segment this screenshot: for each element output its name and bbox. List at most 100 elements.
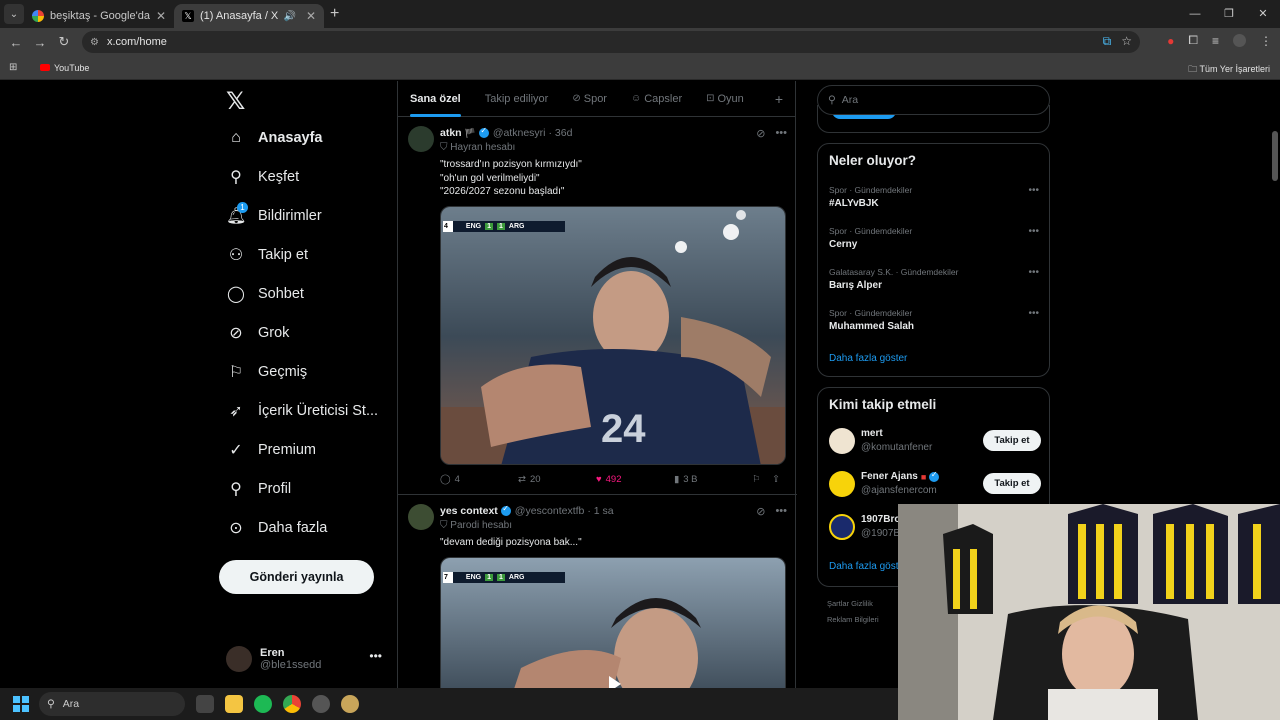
new-tab-icon[interactable]: +	[330, 5, 339, 23]
spotify-icon[interactable]	[254, 695, 272, 713]
nav-explore[interactable]: ⚲ Keşfet	[226, 162, 299, 192]
nav-bookmarks[interactable]: ⚐ Geçmiş	[226, 357, 307, 387]
tweet-author-name[interactable]: atkn	[440, 127, 462, 139]
tweet[interactable]: atkn 🏴 @atknesyri · 36d ⊘ ••• ⛉ Hayran h…	[398, 118, 797, 495]
nav-profile[interactable]: ⚲ Profil	[226, 474, 291, 504]
apps-icon[interactable]: ⊞	[9, 62, 17, 73]
tweet-video[interactable]: 24 4 ENG 1 1 ARG	[440, 206, 786, 465]
chrome-icon[interactable]	[283, 695, 301, 713]
grok-icon[interactable]: ⊘	[756, 505, 765, 518]
taskbar-search[interactable]: ⚲ Ara	[39, 692, 185, 716]
windows-start-icon[interactable]	[13, 696, 29, 712]
more-dots-icon[interactable]: •••	[1028, 226, 1039, 237]
person-icon: ⚲	[230, 481, 242, 498]
nav-label: Takip et	[258, 247, 308, 263]
grok-icon[interactable]: ⊘	[756, 127, 765, 140]
nav-more[interactable]: ⊙ Daha fazla	[226, 513, 327, 543]
follow-button[interactable]: Takip et	[983, 473, 1041, 494]
site-info-icon[interactable]: ⚙	[90, 37, 99, 48]
nav-premium[interactable]: ✓ Premium	[226, 435, 316, 465]
trend-item[interactable]: Spor · Gündemdekiler Muhammed Salah •••	[829, 308, 1039, 332]
extension-icon[interactable]: ●	[1167, 34, 1174, 48]
avatar[interactable]	[408, 126, 434, 152]
avatar[interactable]	[408, 504, 434, 530]
show-more-link[interactable]: Daha fazla göst	[829, 561, 899, 572]
nav-notifications[interactable]: 🔔︎ 1 Bildirimler	[226, 201, 322, 231]
tab-sports[interactable]: ⊘ Spor	[560, 81, 619, 117]
follow-button[interactable]: Takip et	[983, 430, 1041, 451]
reply-button[interactable]: ◯ 4	[440, 474, 518, 485]
tab-search-icon[interactable]: ⌄	[4, 4, 24, 24]
nav-home[interactable]: ⌂ Anasayfa	[226, 123, 322, 153]
more-dots-icon[interactable]: •••	[1028, 267, 1039, 278]
install-app-icon[interactable]: ⧉	[1103, 34, 1112, 49]
more-dots-icon[interactable]: •••	[775, 127, 787, 140]
scroll-thumb[interactable]	[1272, 131, 1278, 181]
show-more-link[interactable]: Daha fazla göster	[829, 353, 907, 364]
footer-links[interactable]: Şartlar Gizlilik	[827, 599, 873, 608]
nav-creator-studio[interactable]: ➶ İçerik Üreticisi St...	[226, 396, 378, 426]
app-icon[interactable]	[312, 695, 330, 713]
post-button[interactable]: Gönderi yayınla	[219, 560, 374, 594]
nav-follow[interactable]: ⚇ Takip et	[226, 240, 308, 270]
footer-links[interactable]: Reklam Bilgileri	[827, 615, 879, 624]
tab-games[interactable]: ⊡ Oyun	[694, 81, 756, 117]
forward-icon[interactable]: →	[28, 35, 52, 50]
tweet-video[interactable]: 7 ENG 1 1 ARG	[440, 557, 786, 688]
speaker-icon[interactable]: 🔊	[283, 11, 295, 22]
avatar[interactable]	[829, 471, 855, 497]
account-switcher[interactable]: Eren @ble1ssedd •••	[226, 641, 386, 677]
trend-item[interactable]: Spor · Gündemdekiler #ALYvBJK •••	[829, 185, 1039, 209]
tab-memes[interactable]: ☺ Capsler	[619, 81, 694, 117]
search-input[interactable]: ⚲ Ara	[817, 85, 1050, 115]
file-explorer-icon[interactable]	[225, 695, 243, 713]
add-tab-icon[interactable]: +	[775, 91, 783, 107]
tab-x[interactable]: 𝕏 (1) Anasayfa / X 🔊 ✕	[174, 4, 324, 28]
suggested-user[interactable]: Fener Ajans■ @ajansfenercom Takip et	[829, 470, 1041, 501]
avatar[interactable]	[829, 514, 855, 540]
close-tab-icon[interactable]: ✕	[156, 9, 166, 23]
like-button[interactable]: ♥ 492	[596, 474, 674, 485]
bookmark-button[interactable]: ⚐	[752, 474, 772, 485]
tweet-time[interactable]: · 36d	[549, 127, 573, 139]
tweet-handle[interactable]: @atknesyri	[493, 127, 546, 139]
profile-avatar[interactable]	[1233, 34, 1246, 47]
more-dots-icon[interactable]: •••	[775, 505, 787, 518]
avatar[interactable]	[829, 428, 855, 454]
puzzle-icon[interactable]: ⧠	[1188, 33, 1198, 48]
bookmark-youtube[interactable]: YouTube	[54, 63, 89, 73]
more-dots-icon[interactable]: •••	[1028, 185, 1039, 196]
nav-grok[interactable]: ⊘ Grok	[226, 318, 289, 348]
nav-chat[interactable]: ◯ Sohbet	[226, 279, 304, 309]
tweet-handle[interactable]: @yescontextfb	[515, 505, 585, 517]
url-bar[interactable]: ⚙ x.com/home ⧉ ☆	[82, 31, 1140, 53]
tab-google[interactable]: beşiktaş - Google'da Ara ✕	[24, 4, 174, 28]
close-tab-icon[interactable]: ✕	[306, 9, 316, 23]
tab-for-you[interactable]: Sana özel	[398, 81, 473, 117]
back-icon[interactable]: ←	[4, 35, 28, 50]
minimize-icon[interactable]: —	[1178, 0, 1212, 28]
league-icon[interactable]	[341, 695, 359, 713]
trend-item[interactable]: Galatasaray S.K. · Gündemdekiler Barış A…	[829, 267, 1039, 291]
suggested-user[interactable]: mert @komutanfener Takip et	[829, 428, 1041, 458]
more-dots-icon[interactable]: •••	[369, 649, 382, 663]
repost-button[interactable]: ⇄ 20	[518, 474, 596, 485]
close-window-icon[interactable]: ✕	[1246, 0, 1280, 28]
reload-icon[interactable]: ↻	[52, 34, 76, 50]
all-bookmarks[interactable]: 🗀 Tüm Yer İşaretleri	[1188, 62, 1270, 78]
tweet-time[interactable]: · 1 sa	[587, 505, 613, 517]
tweet-top-actions: ⊘ •••	[756, 127, 787, 140]
restore-icon[interactable]: ❐	[1212, 0, 1246, 28]
menu-icon[interactable]: ⋮	[1260, 34, 1272, 48]
trend-item[interactable]: Spor · Gündemdekiler Cerny •••	[829, 226, 1039, 250]
views-button[interactable]: ▮ 3 B	[674, 474, 752, 485]
tweet[interactable]: yes context @yescontextfb · 1 sa ⊘ ••• ⛉…	[398, 496, 797, 688]
tab-following[interactable]: Takip ediliyor	[473, 81, 561, 117]
media-icon[interactable]: ≡	[1212, 34, 1219, 48]
tweet-author-name[interactable]: yes context	[440, 505, 498, 517]
task-view-icon[interactable]	[196, 695, 214, 713]
more-dots-icon[interactable]: •••	[1028, 308, 1039, 319]
x-logo-icon[interactable]: 𝕏	[226, 87, 245, 116]
star-icon[interactable]: ☆	[1121, 34, 1132, 49]
share-button[interactable]: ⇪	[772, 474, 786, 485]
